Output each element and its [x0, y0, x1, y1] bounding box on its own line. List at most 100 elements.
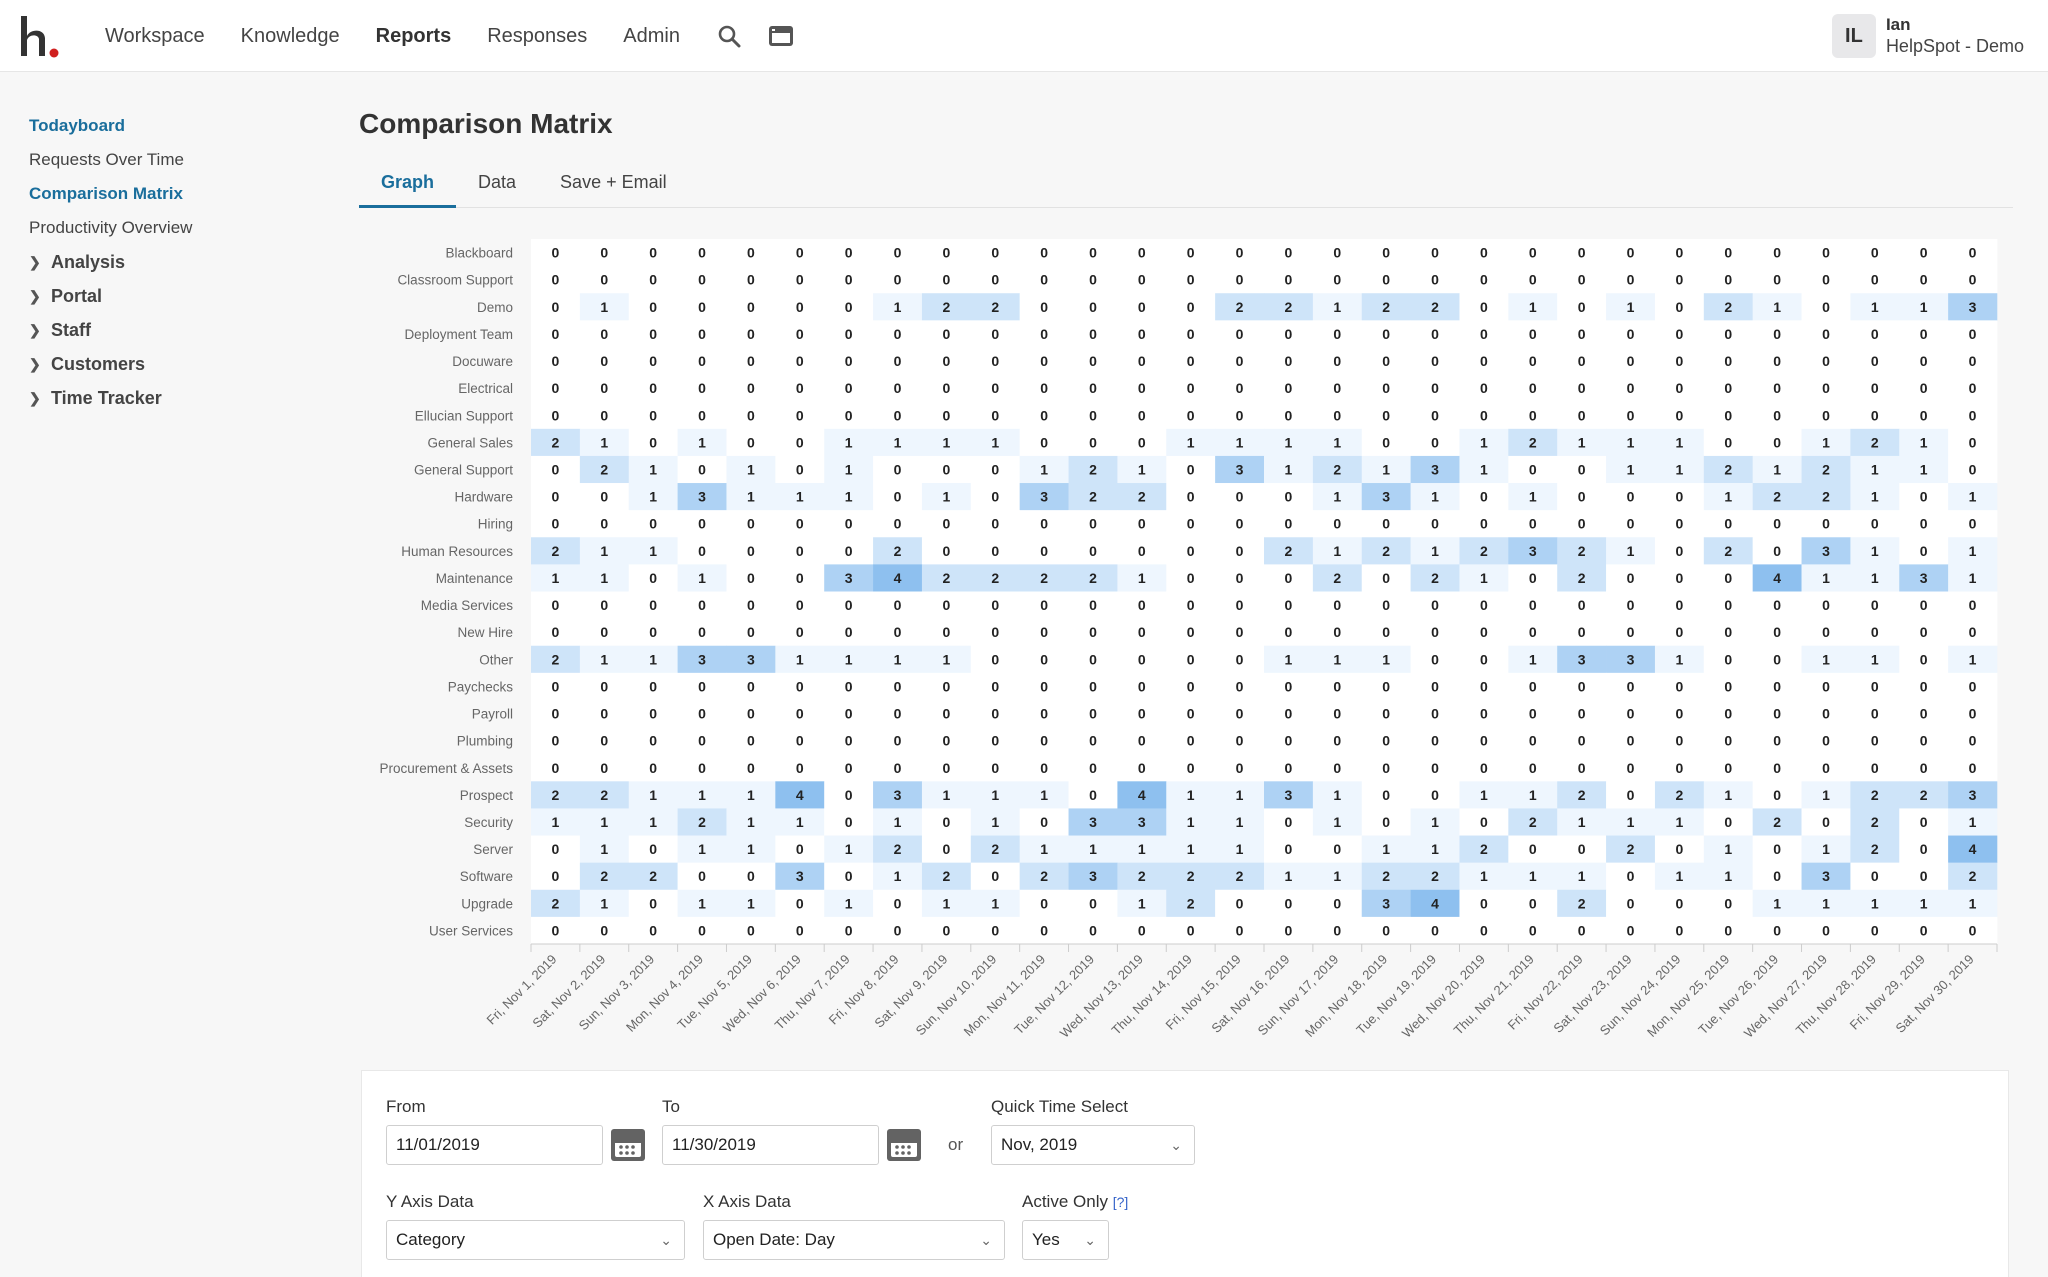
heatmap-cell-value: 0	[1822, 597, 1830, 613]
heatmap-cell-value: 0	[552, 299, 560, 315]
heatmap-cell-value: 0	[1578, 516, 1586, 532]
heatmap-cell-value: 1	[1969, 570, 1977, 586]
heatmap-cell-value: 2	[649, 868, 657, 884]
heatmap-cell-value: 0	[1382, 353, 1390, 369]
heatmap-cell-value: 0	[1724, 733, 1732, 749]
heatmap-cell-value: 0	[1480, 380, 1488, 396]
heatmap-cell-value: 0	[1920, 326, 1928, 342]
heatmap-cell-value: 1	[894, 868, 902, 884]
heatmap-cell-value: 0	[1480, 733, 1488, 749]
heatmap-cell-value: 0	[1578, 326, 1586, 342]
heatmap-cell-value: 0	[1431, 706, 1439, 722]
heatmap-cell-value: 0	[698, 380, 706, 396]
heatmap-cell-value: 0	[1285, 814, 1293, 830]
heatmap-cell-value: 0	[1724, 922, 1732, 938]
x-axis-label: Wed, Nov 20, 2019	[1399, 952, 1488, 1041]
heatmap-cell-value: 0	[894, 678, 902, 694]
heatmap-cell-value: 1	[1089, 841, 1097, 857]
to-date-input[interactable]: 11/30/2019	[662, 1125, 879, 1165]
heatmap-cell-value: 0	[1724, 597, 1732, 613]
heatmap-cell-value: 1	[600, 434, 608, 450]
calendar-icon[interactable]	[611, 1129, 645, 1161]
heatmap-cell-value: 0	[1822, 760, 1830, 776]
heatmap-cell-value: 0	[796, 543, 804, 559]
heatmap-cell-value: 0	[1480, 651, 1488, 667]
heatmap-cell-value: 0	[1089, 733, 1097, 749]
heatmap-cell-value: 0	[1724, 570, 1732, 586]
heatmap-cell-value: 1	[1138, 570, 1146, 586]
heatmap-cell-value: 0	[1675, 326, 1683, 342]
y-axis-data-select[interactable]: Category ⌄	[386, 1220, 685, 1260]
heatmap-cell-value: 0	[1187, 543, 1195, 559]
x-axis-label: Mon, Nov 25, 2019	[1644, 952, 1732, 1040]
heatmap-cell-value: 0	[698, 733, 706, 749]
heatmap-cell-value: 0	[796, 624, 804, 640]
heatmap-cell-value: 0	[796, 380, 804, 396]
heatmap-cell-value: 0	[698, 922, 706, 938]
heatmap-cell-value: 0	[991, 760, 999, 776]
heatmap-cell-value: 1	[747, 895, 755, 911]
y-axis-label: Media Services	[421, 598, 514, 613]
from-date-input[interactable]: 11/01/2019	[386, 1125, 603, 1165]
heatmap-cell-value: 2	[1724, 461, 1732, 477]
heatmap-cell-value: 3	[1529, 543, 1537, 559]
heatmap-cell-value: 0	[1040, 516, 1048, 532]
heatmap-cell-value: 0	[845, 597, 853, 613]
heatmap-cell-value: 0	[1382, 760, 1390, 776]
heatmap-cell-value: 1	[1920, 895, 1928, 911]
heatmap-cell-value: 0	[1969, 272, 1977, 288]
heatmap-cell-value: 1	[1627, 434, 1635, 450]
heatmap-cell-value: 0	[1138, 543, 1146, 559]
heatmap-cell-value: 0	[1675, 489, 1683, 505]
heatmap-cell-value: 0	[1675, 922, 1683, 938]
heatmap-cell-value: 0	[845, 868, 853, 884]
heatmap-cell-value: 0	[1040, 245, 1048, 261]
heatmap-cell-value: 1	[845, 895, 853, 911]
heatmap-cell-value: 0	[1382, 733, 1390, 749]
x-axis-data-select[interactable]: Open Date: Day ⌄	[703, 1220, 1005, 1260]
heatmap-cell-value: 2	[1822, 461, 1830, 477]
heatmap-cell-value: 0	[1187, 407, 1195, 423]
heatmap-cell-value: 0	[1822, 380, 1830, 396]
heatmap-cell-value: 0	[942, 380, 950, 396]
heatmap-cell-value: 0	[1285, 895, 1293, 911]
heatmap-cell-value: 0	[1382, 434, 1390, 450]
heatmap-cell-value: 0	[796, 895, 804, 911]
heatmap-cell-value: 0	[845, 299, 853, 315]
heatmap-cell-value: 0	[894, 624, 902, 640]
heatmap-cell-value: 0	[747, 380, 755, 396]
heatmap-cell-value: 0	[1187, 733, 1195, 749]
heatmap-cell-value: 0	[1040, 326, 1048, 342]
heatmap-cell-value: 0	[894, 380, 902, 396]
heatmap-cell-value: 0	[1529, 407, 1537, 423]
chevron-down-icon: ⌄	[1084, 1232, 1096, 1248]
heatmap-cell-value: 0	[1822, 678, 1830, 694]
heatmap-cell-value: 0	[1871, 760, 1879, 776]
heatmap-cell-value: 1	[894, 814, 902, 830]
heatmap-cell-value: 0	[1089, 624, 1097, 640]
quick-time-select[interactable]: Nov, 2019 ⌄	[991, 1125, 1195, 1165]
heatmap-cell-value: 0	[1529, 570, 1537, 586]
calendar-icon[interactable]	[887, 1129, 921, 1161]
heatmap-cell-value: 3	[1431, 461, 1439, 477]
y-axis-label: Payroll	[472, 707, 513, 722]
heatmap-cell-value: 0	[649, 353, 657, 369]
help-link[interactable]: [?]	[1113, 1194, 1129, 1210]
heatmap-cell-value: 0	[552, 407, 560, 423]
heatmap-cell-value: 2	[1480, 841, 1488, 857]
heatmap-cell-value: 0	[845, 733, 853, 749]
heatmap-cell-value: 0	[1529, 678, 1537, 694]
heatmap-cell-value: 0	[1285, 245, 1293, 261]
heatmap-cell-value: 1	[1675, 461, 1683, 477]
heatmap-cell-value: 0	[698, 245, 706, 261]
heatmap-cell-value: 0	[1187, 624, 1195, 640]
heatmap-cell-value: 1	[796, 489, 804, 505]
heatmap-cell-value: 1	[1822, 570, 1830, 586]
heatmap-cell-value: 2	[1187, 868, 1195, 884]
heatmap-cell-value: 0	[1529, 380, 1537, 396]
heatmap-cell-value: 0	[1236, 597, 1244, 613]
y-axis-label: User Services	[429, 923, 513, 938]
active-only-select[interactable]: Yes ⌄	[1022, 1220, 1109, 1260]
heatmap-cell-value: 0	[698, 272, 706, 288]
heatmap-cell-value: 0	[942, 597, 950, 613]
